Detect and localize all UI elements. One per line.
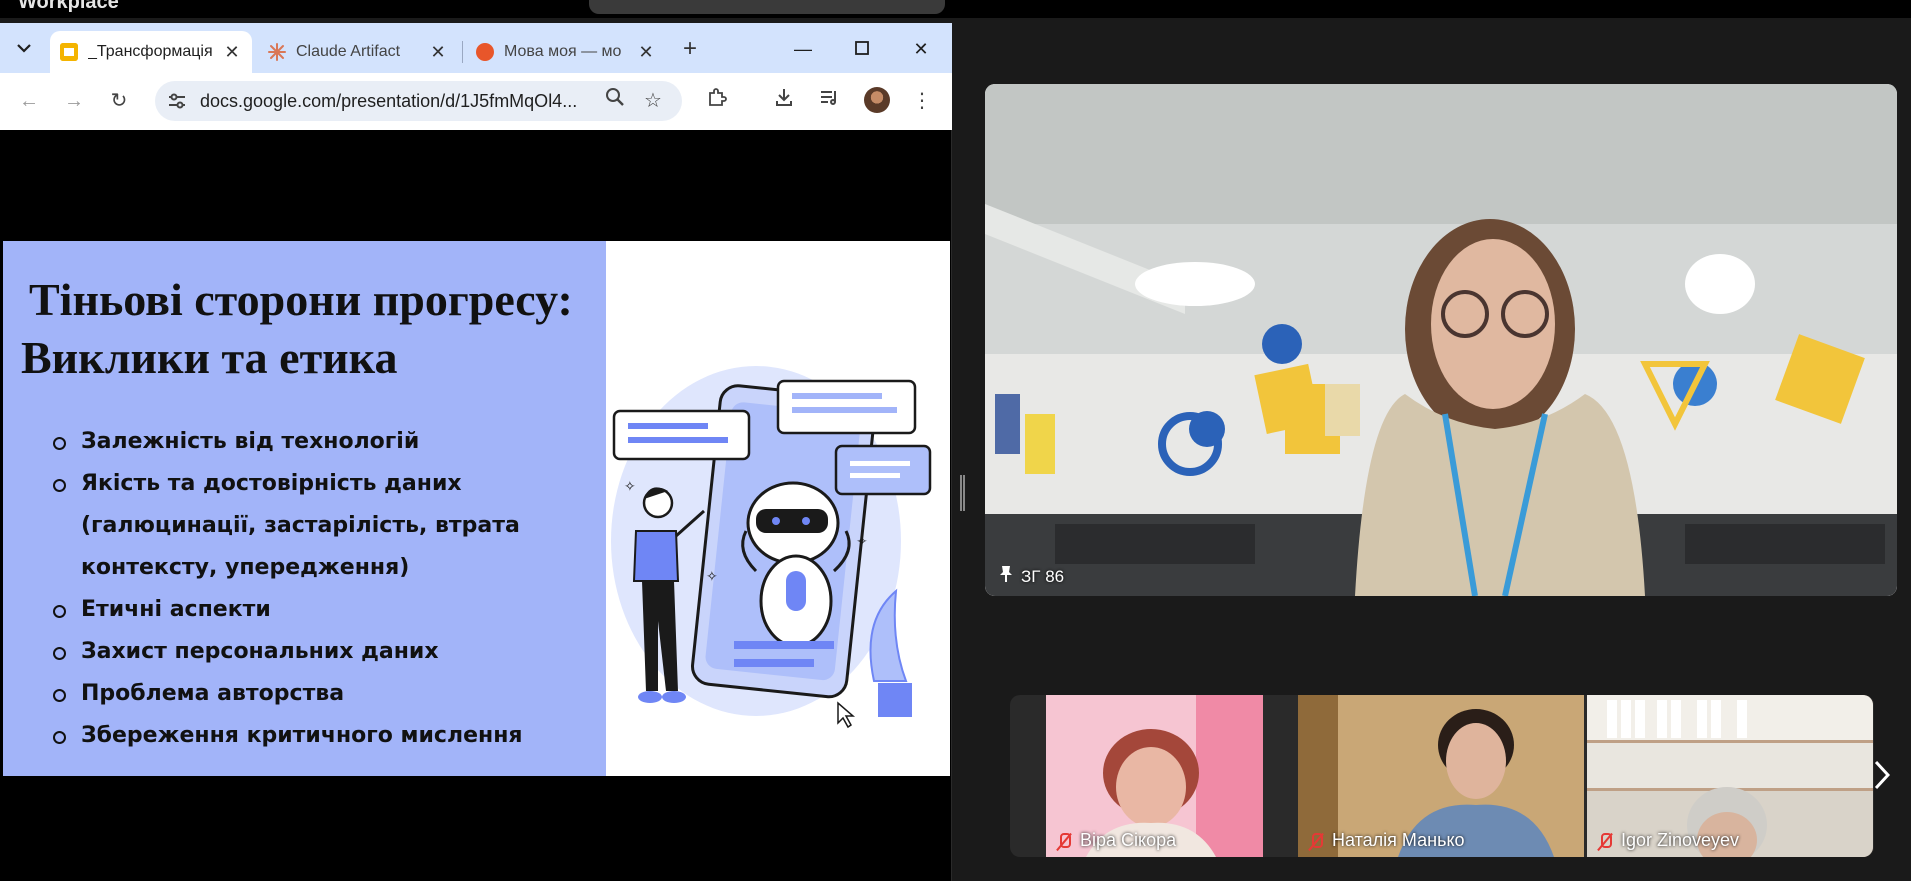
slide-viewport: Тіньові сторони прогресу: Виклики та ети… (3, 137, 950, 881)
magnifier-icon[interactable] (601, 87, 629, 115)
mic-muted-icon (1597, 832, 1613, 850)
close-icon[interactable]: ✕ (428, 42, 448, 63)
svg-text:✧: ✧ (624, 478, 636, 494)
bullet-item: Проблема авторства (53, 673, 573, 715)
reload-icon[interactable]: ↻ (105, 87, 133, 115)
svg-text:✧: ✧ (856, 533, 868, 549)
tab-title: Мова моя — мо (504, 43, 622, 60)
panel-resize-handle[interactable] (960, 475, 965, 511)
slide-title-line1: Тіньові сторони прогресу: (29, 274, 573, 325)
slide-title-line2: Виклики та етика (21, 332, 398, 383)
tab-strip: _Трансформація ✕ Claude Artifact ✕ Мова … (0, 23, 952, 73)
bullet-item: Захист персональних даних (53, 631, 573, 673)
browser-window: _Трансформація ✕ Claude Artifact ✕ Мова … (0, 23, 952, 881)
tab-claude-artifact[interactable]: Claude Artifact ✕ (258, 31, 458, 73)
media-queue-icon[interactable] (815, 87, 843, 115)
tab-mova-moya[interactable]: Мова моя — мо ✕ (466, 31, 666, 73)
slide-title: Тіньові сторони прогресу: Виклики та ети… (21, 271, 609, 387)
star-icon[interactable]: ☆ (639, 87, 667, 115)
slide-text-panel: Тіньові сторони прогресу: Виклики та ети… (3, 241, 606, 776)
url-text: docs.google.com/presentation/d/1J5fmMqOl… (200, 91, 578, 111)
maximize-icon[interactable] (848, 35, 876, 63)
chevron-down-icon[interactable] (10, 35, 38, 63)
download-icon[interactable] (770, 87, 798, 115)
tab-divider (462, 41, 463, 63)
site-favicon-icon (476, 43, 494, 61)
new-tab-icon[interactable]: + (676, 35, 704, 63)
bullet-item: Збереження критичного мислення (53, 715, 573, 757)
speaker-name: ЗГ 86 (1021, 566, 1065, 586)
kebab-icon[interactable]: ⋮ (908, 87, 936, 115)
participant-name-label: Igor Zinoveyev (1597, 830, 1739, 851)
minimize-icon[interactable]: — (789, 35, 817, 63)
svg-text:✧: ✧ (706, 568, 718, 584)
chevron-right-icon[interactable] (1874, 760, 1891, 796)
pin-icon[interactable] (999, 565, 1013, 588)
participant-tile[interactable]: Наталія Манько (1298, 695, 1584, 857)
participant-tile[interactable]: Віра Сікора (1046, 695, 1263, 857)
participant-name: Наталія Манько (1332, 830, 1465, 850)
app-label: Workplace (18, 0, 119, 13)
tune-icon[interactable] (167, 91, 187, 116)
browser-toolbar: ← → ↻ docs.google.com/presentation/d/1J5… (0, 73, 952, 130)
main-speaker-video[interactable]: ЗГ 86 (985, 84, 1897, 596)
participant-name: Igor Zinoveyev (1621, 830, 1740, 850)
mic-muted-icon (1056, 832, 1072, 850)
tab-title: _Трансформація (88, 43, 213, 60)
arrow-right-icon[interactable]: → (60, 87, 88, 115)
bullet-list: Залежність від технологій Якість та дост… (53, 421, 573, 757)
top-handle[interactable] (589, 0, 945, 14)
puzzle-icon[interactable] (703, 87, 731, 115)
slides-icon (60, 43, 78, 61)
arrow-left-icon[interactable]: ← (15, 87, 43, 115)
participant-name-label: Віра Сікора (1056, 830, 1176, 851)
robot-chat-illustration: ✧ ✧ ✧ (606, 241, 950, 776)
tab-presentation[interactable]: _Трансформація ✕ (50, 31, 252, 73)
bullet-item: Якість та достовірність даних (галюцинац… (53, 463, 573, 589)
bullet-item: Залежність від технологій (53, 421, 573, 463)
speaker-video-frame (985, 84, 1897, 596)
claude-icon (268, 43, 286, 61)
main-speaker-label: ЗГ 86 (999, 565, 1064, 588)
tab-title: Claude Artifact (296, 43, 401, 60)
close-icon[interactable]: ✕ (636, 42, 656, 63)
system-top-bar (0, 0, 1911, 18)
participant-name-label: Наталія Манько (1308, 830, 1465, 851)
bullet-item: Етичні аспекти (53, 589, 573, 631)
slide: Тіньові сторони прогресу: Виклики та ети… (3, 241, 950, 776)
profile-avatar[interactable] (864, 87, 890, 113)
participant-tile[interactable]: Igor Zinoveyev (1587, 695, 1873, 857)
close-window-icon[interactable]: ✕ (907, 35, 935, 63)
close-icon[interactable]: ✕ (222, 42, 242, 63)
mic-muted-icon (1308, 832, 1324, 850)
participant-name: Віра Сікора (1080, 830, 1177, 850)
